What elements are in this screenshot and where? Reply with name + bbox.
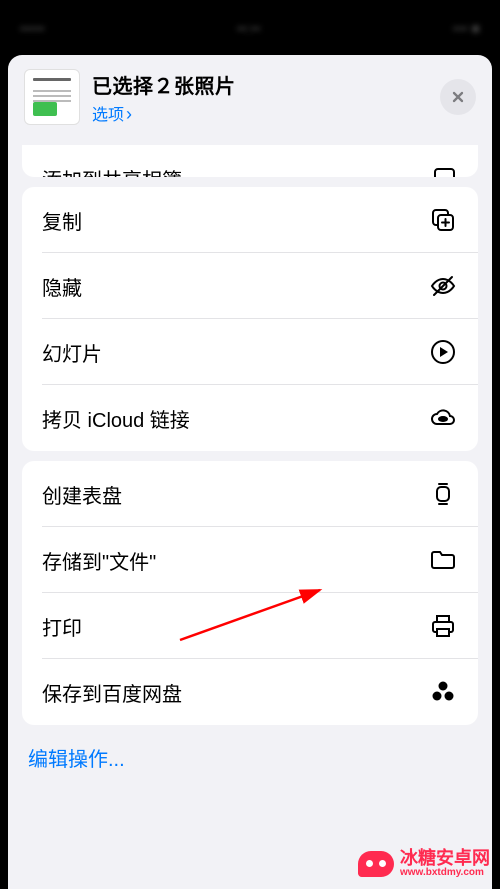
eye-slash-icon [428,271,458,301]
share-sheet: 已选择２张照片 选项› 添加到共享相簿 添加到相簿 [8,55,492,889]
watermark: 冰糖安卓网 www.bxtdmy.com [358,849,490,879]
sheet-header: 已选择２张照片 选项› [8,55,492,135]
action-copy[interactable]: 复制 [22,187,478,253]
action-share-album[interactable]: 添加到共享相簿 [22,145,478,177]
action-icloud-link[interactable]: 拷贝 iCloud 链接 [22,385,478,451]
play-circle-icon [428,337,458,367]
action-label: 存储到"文件" [42,546,156,575]
cloud-link-icon [428,403,458,433]
action-baidu[interactable]: 保存到百度网盘 [22,659,478,725]
action-save-files[interactable]: 存储到"文件" [22,527,478,593]
actions-scroll[interactable]: 添加到共享相簿 添加到相簿 复制 隐藏 [8,145,492,889]
action-label: 打印 [42,612,82,641]
close-icon [450,89,466,105]
action-label: 隐藏 [42,272,82,301]
action-watch-face[interactable]: 创建表盘 [22,461,478,527]
action-print[interactable]: 打印 [22,593,478,659]
action-group: 复制 隐藏 幻灯片 拷贝 iCloud 链接 [22,187,478,451]
copy-icon [428,205,458,235]
action-label: 幻灯片 [42,338,102,367]
action-label: 拷贝 iCloud 链接 [42,404,190,433]
status-bar: •••••••:••••• ■ [0,0,500,55]
options-button[interactable]: 选项› [92,101,428,125]
printer-icon [428,611,458,641]
action-label: 复制 [42,206,82,235]
action-slideshow[interactable]: 幻灯片 [22,319,478,385]
action-label: 保存到百度网盘 [42,678,182,707]
watermark-title: 冰糖安卓网 [400,849,490,867]
action-group: 创建表盘 存储到"文件" 打印 保存到百度网盘 [22,461,478,725]
folder-icon [428,545,458,575]
action-group: 添加到共享相簿 添加到相簿 [22,145,478,177]
close-button[interactable] [440,79,476,115]
watch-icon [428,479,458,509]
baidu-icon [428,677,458,707]
selection-title: 已选择２张照片 [92,70,428,99]
watermark-url: www.bxtdmy.com [400,867,490,879]
person-album-icon [428,163,458,177]
action-label: 添加到共享相簿 [42,164,182,178]
action-hide[interactable]: 隐藏 [22,253,478,319]
edit-actions-button[interactable]: 编辑操作... [8,725,492,790]
selection-thumbnail[interactable] [24,69,80,125]
action-label: 创建表盘 [42,480,122,509]
watermark-logo [358,851,394,877]
